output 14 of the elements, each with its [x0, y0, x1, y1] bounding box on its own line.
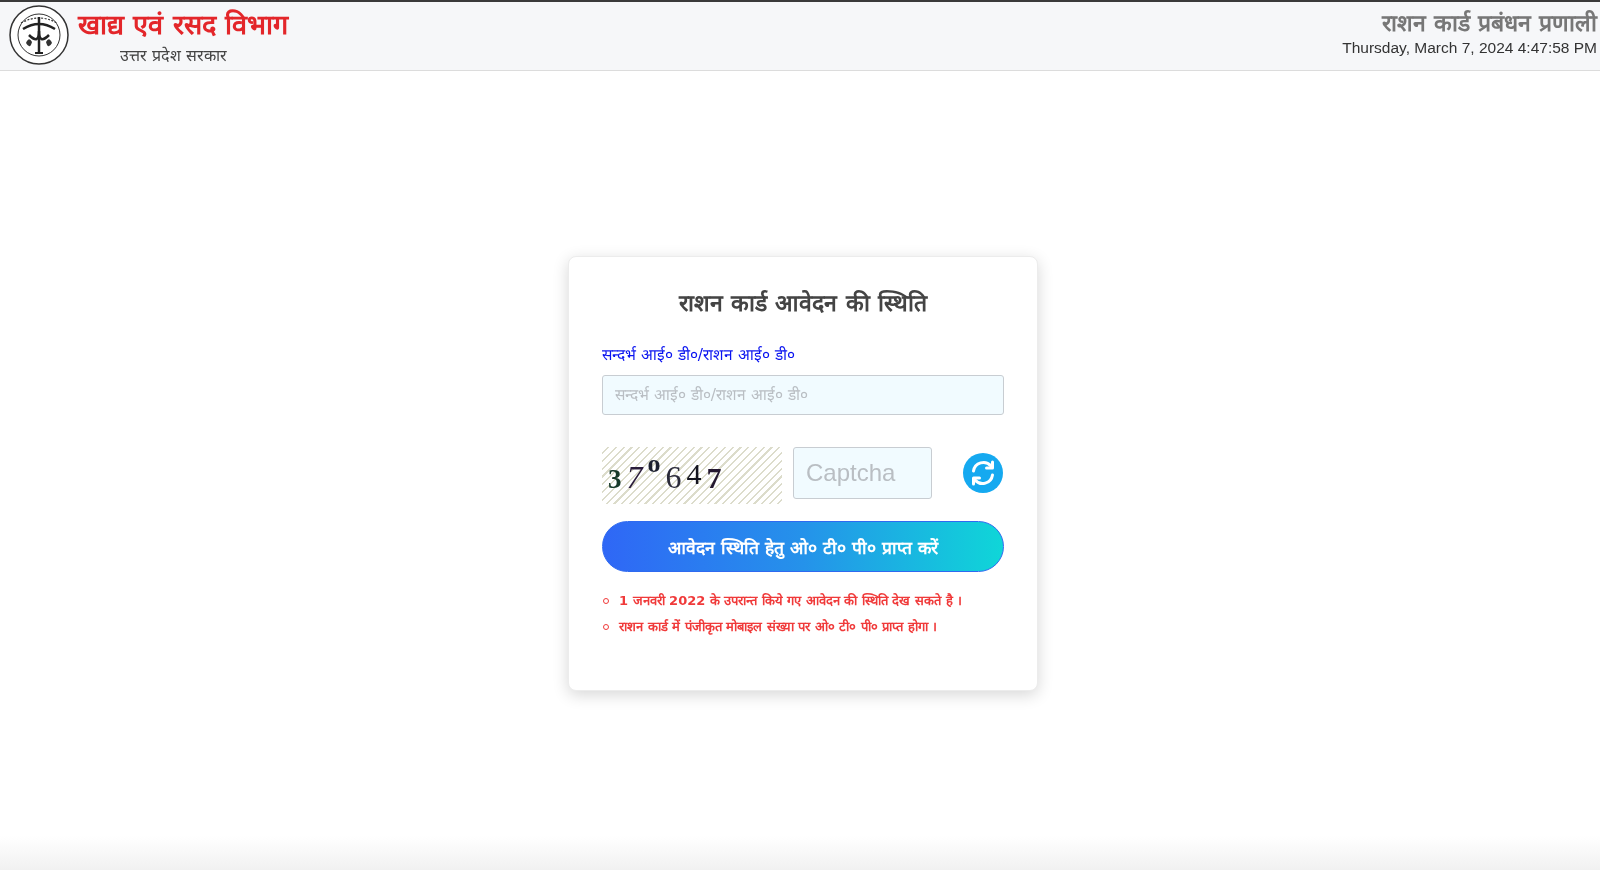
department-title: खाद्य एवं रसद विभाग — [78, 8, 289, 42]
government-subtitle: उत्तर प्रदेश सरकार — [120, 45, 228, 67]
id-input-field[interactable]: सन्दर्भ आई० डी०/राशन आई० डी० — [602, 375, 1004, 415]
captcha-input-field[interactable]: Captcha — [793, 447, 932, 499]
note-text: 1 जनवरी 2022 के उपरान्त किये गए आवेदन की स्थिति देख सकते है । — [619, 592, 963, 610]
field-label: सन्दर्भ आई० डी०/राशन आई० डी० — [602, 345, 795, 365]
refresh-icon — [963, 453, 1003, 493]
card-title: राशन कार्ड आवेदन की स्थिति — [679, 289, 927, 318]
note-text: राशन कार्ड में पंजीकृत मोबाइल संख्या पर ओ० टी० पी० प्राप्त होगा । — [619, 618, 938, 636]
seal-logo — [9, 5, 69, 65]
date-time: Thursday, March 7, 2024 4:47:58 PM — [1342, 38, 1597, 58]
get-otp-button[interactable]: आवेदन स्थिति हेतु ओ० टी० पी० प्राप्त करें — [602, 521, 1004, 572]
system-title: राशन कार्ड प्रबंधन प्रणाली — [1381, 9, 1597, 38]
refresh-button[interactable] — [963, 453, 1003, 493]
